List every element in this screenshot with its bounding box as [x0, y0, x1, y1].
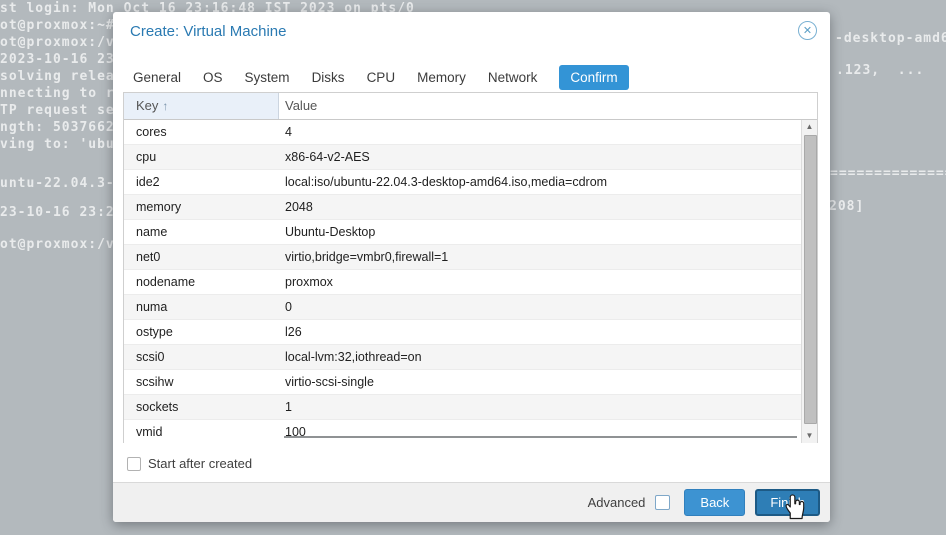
tab-general[interactable]: General — [133, 70, 181, 85]
row-key: net0 — [124, 245, 279, 269]
row-value: x86-64-v2-AES — [279, 145, 817, 169]
terminal-text-line: ot@proxmox:/v — [0, 237, 115, 252]
table-clip-edge — [284, 436, 797, 438]
row-value: local:iso/ubuntu-22.04.3-desktop-amd64.i… — [279, 170, 817, 194]
column-header-value-label: Value — [285, 98, 317, 113]
row-value: 1 — [279, 395, 817, 419]
row-value: 100 — [279, 420, 817, 443]
dialog-footer: Advanced Back Finish — [113, 482, 830, 522]
confirm-settings-table: Key↑ Value cores4cpux86-64-v2-AESide2loc… — [123, 92, 818, 443]
start-after-created-checkbox[interactable] — [127, 457, 141, 471]
create-vm-dialog: Create: Virtual Machine ✕ General OS Syste… — [113, 12, 830, 522]
scroll-up-icon[interactable]: ▲ — [802, 120, 817, 134]
table-row[interactable]: cpux86-64-v2-AES — [124, 145, 817, 170]
terminal-text-line: untu-22.04.3- — [0, 176, 115, 191]
row-value: local-lvm:32,iothread=on — [279, 345, 817, 369]
table-header-row: Key ↑ Value — [124, 93, 817, 120]
sort-ascending-icon: ↑ — [162, 99, 168, 113]
finish-button[interactable]: Finish — [755, 489, 820, 516]
terminal-text-line: 208] — [829, 199, 864, 214]
scrollbar-thumb[interactable] — [804, 135, 817, 424]
row-value: proxmox — [279, 270, 817, 294]
tab-memory[interactable]: Memory — [417, 70, 466, 85]
terminal-text-line: nnecting to r — [0, 86, 115, 101]
row-value: 4 — [279, 120, 817, 144]
terminal-text-line: -desktop-amd64 — [835, 31, 946, 46]
advanced-label: Advanced — [588, 495, 646, 510]
terminal-text-line: ================ — [830, 166, 946, 181]
table-row[interactable]: memory2048 — [124, 195, 817, 220]
terminal-text-line: 23-10-16 23:2 — [0, 205, 115, 220]
row-key: ostype — [124, 320, 279, 344]
terminal-text-line: 2023-10-16 23 — [0, 52, 115, 67]
table-row[interactable]: vmid100 — [124, 420, 817, 443]
row-value: virtio,bridge=vmbr0,firewall=1 — [279, 245, 817, 269]
start-after-created-label: Start after created — [148, 456, 252, 471]
scroll-down-icon[interactable]: ▼ — [802, 429, 817, 443]
table-row[interactable]: net0virtio,bridge=vmbr0,firewall=1 — [124, 245, 817, 270]
start-after-created-row: Start after created — [127, 456, 252, 471]
tab-system[interactable]: System — [245, 70, 290, 85]
table-row[interactable]: numa0 — [124, 295, 817, 320]
table-body: cores4cpux86-64-v2-AESide2local:iso/ubun… — [124, 120, 817, 443]
row-key: vmid — [124, 420, 279, 443]
table-row[interactable]: scsihwvirtio-scsi-single — [124, 370, 817, 395]
row-value: 2048 — [279, 195, 817, 219]
dialog-title: Create: Virtual Machine — [130, 23, 286, 40]
table-row[interactable]: ostypel26 — [124, 320, 817, 345]
row-key: memory — [124, 195, 279, 219]
tab-bar: General OS System Disks CPU Memory Network Conf… — [133, 64, 629, 91]
table-row[interactable]: sockets1 — [124, 395, 817, 420]
table-row[interactable]: ide2local:iso/ubuntu-22.04.3-desktop-amd… — [124, 170, 817, 195]
row-value: l26 — [279, 320, 817, 344]
row-key: cores — [124, 120, 279, 144]
terminal-text-line: ot@proxmox:~# — [0, 18, 115, 33]
terminal-text-line: ot@proxmox:/v — [0, 35, 115, 50]
table-row[interactable]: nodenameproxmox — [124, 270, 817, 295]
table-row[interactable]: scsi0local-lvm:32,iothread=on — [124, 345, 817, 370]
row-value: virtio-scsi-single — [279, 370, 817, 394]
row-value: Ubuntu-Desktop — [279, 220, 817, 244]
table-row[interactable]: nameUbuntu-Desktop — [124, 220, 817, 245]
row-key: numa — [124, 295, 279, 319]
row-key: nodename — [124, 270, 279, 294]
column-header-key-label: Key — [136, 98, 158, 113]
row-key: scsi0 — [124, 345, 279, 369]
row-value: 0 — [279, 295, 817, 319]
terminal-text-line: ving to: 'ubu — [0, 137, 115, 152]
terminal-text-line: TP request se — [0, 103, 115, 118]
row-key: ide2 — [124, 170, 279, 194]
tab-network[interactable]: Network — [488, 70, 538, 85]
terminal-text-line: solving relea — [0, 69, 115, 84]
row-key: cpu — [124, 145, 279, 169]
tab-os[interactable]: OS — [203, 70, 223, 85]
tab-cpu[interactable]: CPU — [367, 70, 396, 85]
row-key: scsihw — [124, 370, 279, 394]
back-button[interactable]: Back — [684, 489, 745, 516]
tab-confirm[interactable]: Confirm — [559, 65, 628, 90]
column-header-value[interactable]: Value — [279, 93, 817, 119]
row-key: sockets — [124, 395, 279, 419]
terminal-text-line: .123, ... — [836, 63, 924, 78]
row-key: name — [124, 220, 279, 244]
advanced-checkbox[interactable] — [655, 495, 670, 510]
close-icon[interactable]: ✕ — [798, 21, 817, 40]
column-header-key[interactable]: Key ↑ — [124, 93, 279, 119]
tab-disks[interactable]: Disks — [312, 70, 345, 85]
vertical-scrollbar[interactable]: ▲ ▼ — [801, 120, 817, 443]
table-row[interactable]: cores4 — [124, 120, 817, 145]
terminal-text-line: ngth: 5037662 — [0, 120, 115, 135]
